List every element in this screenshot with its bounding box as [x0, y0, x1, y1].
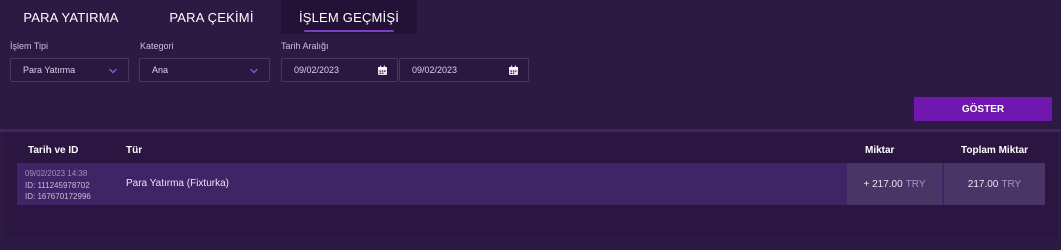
date-from-value: 09/02/2023: [294, 65, 340, 75]
tab-withdraw[interactable]: PARA ÇEKİMİ: [142, 0, 281, 34]
row-id-1: ID: 111245978702: [25, 181, 90, 190]
row-datetime: 09/02/2023 14:38: [25, 169, 88, 178]
row-total-value: 217.00: [967, 178, 999, 190]
transaction-type-select[interactable]: Para Yatırma: [10, 58, 129, 82]
chevron-down-icon: [109, 68, 117, 74]
calendar-icon[interactable]: [508, 65, 519, 76]
transaction-type-value: Para Yatırma: [23, 65, 76, 75]
chevron-down-icon: [250, 68, 258, 74]
transaction-table: Tarih ve ID Tür Miktar Toplam Miktar 09/…: [5, 132, 1058, 238]
row-amount: + 217.00 TRY: [847, 163, 942, 205]
date-to-input[interactable]: 09/02/2023: [399, 58, 529, 82]
header-date-id: Tarih ve ID: [28, 145, 79, 156]
category-value: Ana: [152, 65, 169, 75]
row-amount-currency: TRY: [905, 178, 926, 190]
tab-transaction-history[interactable]: İŞLEM GEÇMİŞİ: [281, 0, 417, 34]
date-to-value: 09/02/2023: [412, 65, 458, 75]
show-button[interactable]: GÖSTER: [914, 97, 1052, 121]
date-range-label: Tarih Aralığı: [281, 41, 329, 51]
row-type: Para Yatırma (Fixturka): [126, 178, 229, 189]
date-from-input[interactable]: 09/02/2023: [281, 58, 398, 82]
bottom-spacer: [5, 238, 1058, 250]
header-amount: Miktar: [865, 145, 895, 156]
calendar-icon[interactable]: [377, 65, 388, 76]
category-label: Kategori: [140, 41, 174, 51]
transaction-type-label: İşlem Tipi: [10, 41, 49, 51]
header-type: Tür: [126, 145, 143, 156]
row-amount-value: + 217.00: [863, 178, 903, 190]
tab-deposit[interactable]: PARA YATIRMA: [0, 0, 142, 34]
row-id-2: ID: 167670172996: [25, 192, 91, 201]
tab-bar: PARA YATIRMA PARA ÇEKİMİ İŞLEM GEÇMİŞİ: [0, 0, 417, 34]
table-row[interactable]: 09/02/2023 14:38 ID: 111245978702 ID: 16…: [17, 163, 1045, 205]
row-total-currency: TRY: [1001, 178, 1022, 190]
category-select[interactable]: Ana: [139, 58, 270, 82]
header-total-amount: Toplam Miktar: [961, 145, 1029, 156]
row-total: 217.00 TRY: [944, 163, 1045, 205]
